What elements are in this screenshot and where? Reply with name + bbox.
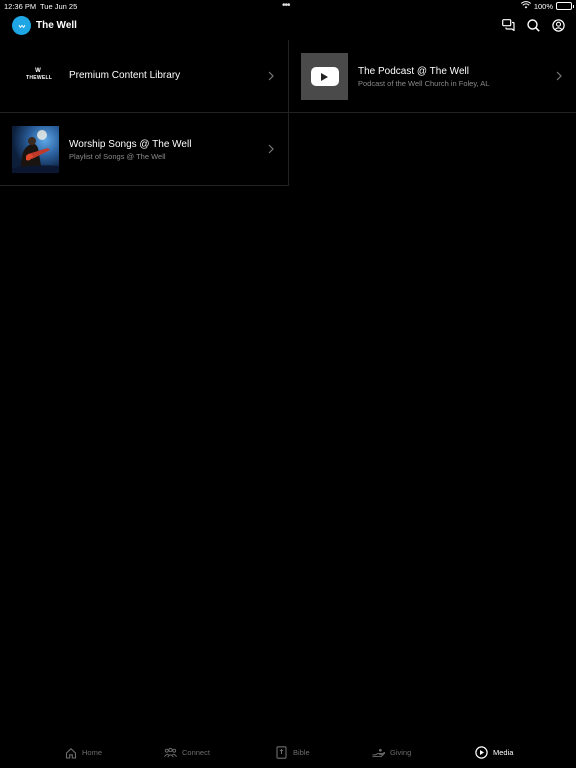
status-right: 100%: [520, 1, 574, 11]
account-icon[interactable]: [550, 17, 566, 33]
app-title: The Well: [36, 20, 77, 31]
battery-percent: 100%: [533, 1, 553, 11]
card-subtitle: Podcast of the Well Church in Foley, AL: [358, 79, 490, 88]
worship-thumbnail: [12, 126, 59, 173]
tab-bible[interactable]: Bible: [275, 746, 310, 759]
chevron-right-icon: [268, 144, 274, 154]
tab-label: Home: [82, 748, 103, 757]
card-podcast[interactable]: The Podcast @ The Well Podcast of the We…: [289, 40, 576, 113]
thewell-logo: W THEWELL: [26, 68, 53, 84]
wifi-icon: [520, 1, 531, 11]
people-icon: [164, 746, 177, 759]
play-circle-icon: [475, 746, 488, 759]
bible-icon: [275, 746, 288, 759]
giving-icon: [372, 746, 385, 759]
card-premium-content-library[interactable]: W THEWELL Premium Content Library: [0, 40, 289, 113]
card-title: The Podcast @ The Well: [358, 66, 469, 77]
battery-icon: [556, 2, 574, 10]
header-actions: [500, 17, 566, 33]
tab-media[interactable]: Media: [475, 746, 513, 759]
tab-giving[interactable]: Giving: [372, 746, 411, 759]
status-time: 12:36 PM: [4, 2, 37, 11]
status-bar: 12:36 PM Tue Jun 25 ••• 100%: [0, 0, 576, 12]
tab-label: Giving: [390, 748, 412, 757]
tab-label: Connect: [182, 748, 210, 757]
card-title: Worship Songs @ The Well: [69, 139, 192, 150]
multitasking-dots-icon[interactable]: •••: [282, 0, 290, 11]
home-icon: [64, 746, 77, 759]
card-subtitle: Playlist of Songs @ The Well: [69, 152, 166, 161]
card-worship-songs[interactable]: Worship Songs @ The Well Playlist of Son…: [0, 113, 289, 186]
status-date: Tue Jun 25: [40, 2, 78, 11]
podcast-thumbnail: [301, 53, 348, 100]
tab-label: Media: [493, 748, 514, 757]
tab-connect[interactable]: Connect: [164, 746, 210, 759]
tab-bar: Home Connect Bible Giving Media: [0, 742, 576, 768]
search-icon[interactable]: [525, 17, 541, 33]
church-logo-icon[interactable]: [12, 16, 31, 35]
app-header: The Well: [0, 13, 576, 39]
thewell-logo-mark: W: [35, 68, 41, 74]
thewell-logo-text: THEWELL: [26, 75, 53, 81]
chevron-right-icon: [268, 71, 274, 81]
card-title: Premium Content Library: [69, 70, 181, 81]
youtube-play-icon: [310, 67, 339, 86]
tab-home[interactable]: Home: [64, 746, 102, 759]
chat-icon[interactable]: [500, 17, 516, 33]
tab-label: Bible: [293, 748, 310, 757]
chevron-right-icon: [556, 71, 562, 81]
